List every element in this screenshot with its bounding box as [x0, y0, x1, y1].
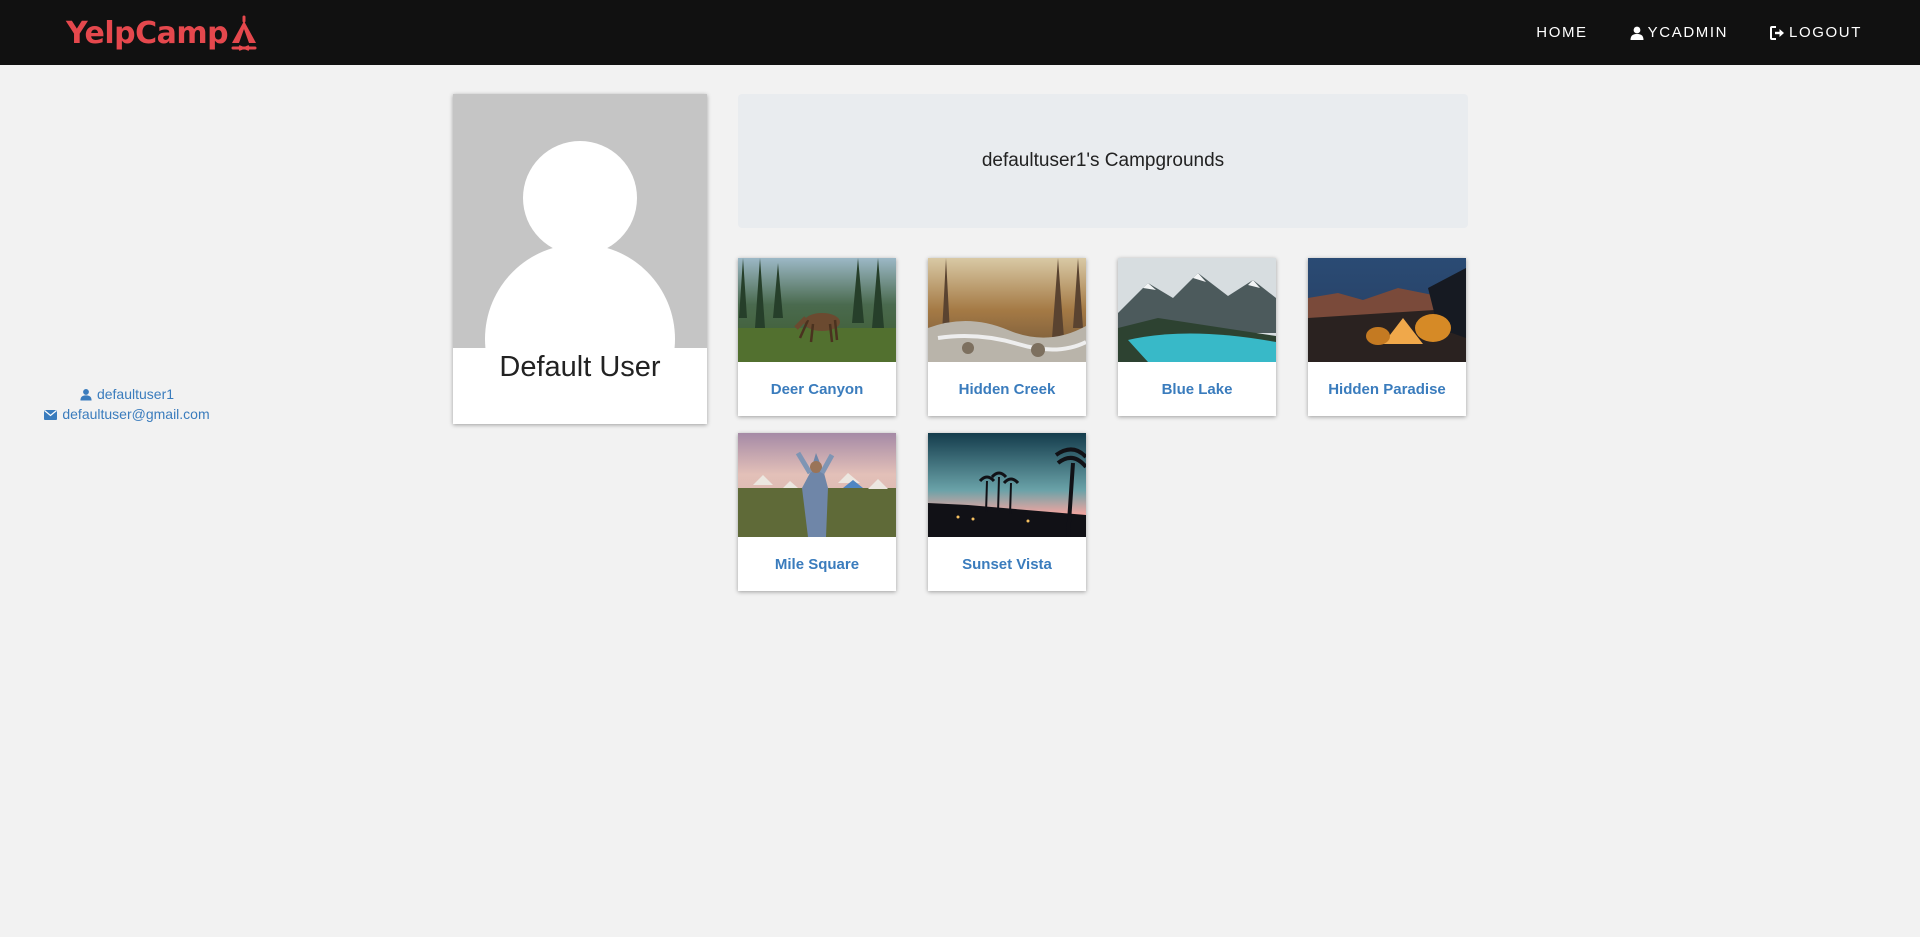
campground-thumbnail[interactable] — [928, 433, 1086, 537]
nav-user-link[interactable]: YCADMIN — [1630, 24, 1728, 41]
nav-logout-label: LOGOUT — [1789, 24, 1862, 41]
brand-logo[interactable]: YelpCamp — [66, 13, 259, 53]
profile-email[interactable]: defaultuser@gmail.com — [0, 405, 254, 423]
user-icon — [80, 388, 92, 400]
campground-name[interactable]: Blue Lake — [1118, 362, 1276, 416]
logout-icon — [1770, 25, 1785, 40]
avatar-body-shape — [485, 244, 675, 348]
campground-card-mile-square[interactable]: Mile Square — [738, 433, 896, 591]
brand-name: YelpCamp — [66, 15, 229, 51]
nav-logout-link[interactable]: LOGOUT — [1770, 24, 1862, 41]
campground-name[interactable]: Hidden Creek — [928, 362, 1086, 416]
campground-card-deer-canyon[interactable]: Deer Canyon — [738, 258, 896, 416]
campground-thumbnail[interactable] — [738, 258, 896, 362]
campground-thumbnail[interactable] — [1308, 258, 1466, 362]
campground-card-hidden-creek[interactable]: Hidden Creek — [928, 258, 1086, 416]
nav-links: HOME YCADMIN LOGOUT — [1494, 0, 1862, 65]
profile-card: Default User — [453, 94, 707, 424]
campgrounds-jumbotron: defaultuser1's Campgrounds — [738, 94, 1468, 228]
profile-email-text: defaultuser@gmail.com — [62, 406, 210, 422]
campgrounds-heading: defaultuser1's Campgrounds — [981, 150, 1225, 171]
campground-name[interactable]: Deer Canyon — [738, 362, 896, 416]
campground-thumbnail[interactable] — [738, 433, 896, 537]
profile-username[interactable]: defaultuser1 — [0, 385, 254, 403]
user-icon — [1630, 26, 1644, 40]
campground-thumbnail[interactable] — [928, 258, 1086, 362]
campground-name[interactable]: Sunset Vista — [928, 537, 1086, 591]
tent-icon — [231, 15, 257, 51]
avatar-head-shape — [523, 141, 637, 255]
profile-name: Default User — [499, 351, 661, 383]
envelope-icon — [44, 409, 58, 420]
campground-card-blue-lake[interactable]: Blue Lake — [1118, 258, 1276, 416]
campground-name[interactable]: Hidden Paradise — [1308, 362, 1466, 416]
nav-home-label: HOME — [1536, 24, 1588, 41]
campground-card-sunset-vista[interactable]: Sunset Vista — [928, 433, 1086, 591]
campground-card-hidden-paradise[interactable]: Hidden Paradise — [1308, 258, 1466, 416]
campground-name[interactable]: Mile Square — [738, 537, 896, 591]
nav-user-label: YCADMIN — [1647, 24, 1729, 41]
nav-home-link[interactable]: HOME — [1536, 24, 1587, 41]
navbar: YelpCamp HOME YCADMIN LOGOUT — [0, 0, 1920, 65]
profile-username-text: defaultuser1 — [96, 386, 175, 402]
avatar — [453, 94, 707, 348]
campground-thumbnail[interactable] — [1118, 258, 1276, 362]
